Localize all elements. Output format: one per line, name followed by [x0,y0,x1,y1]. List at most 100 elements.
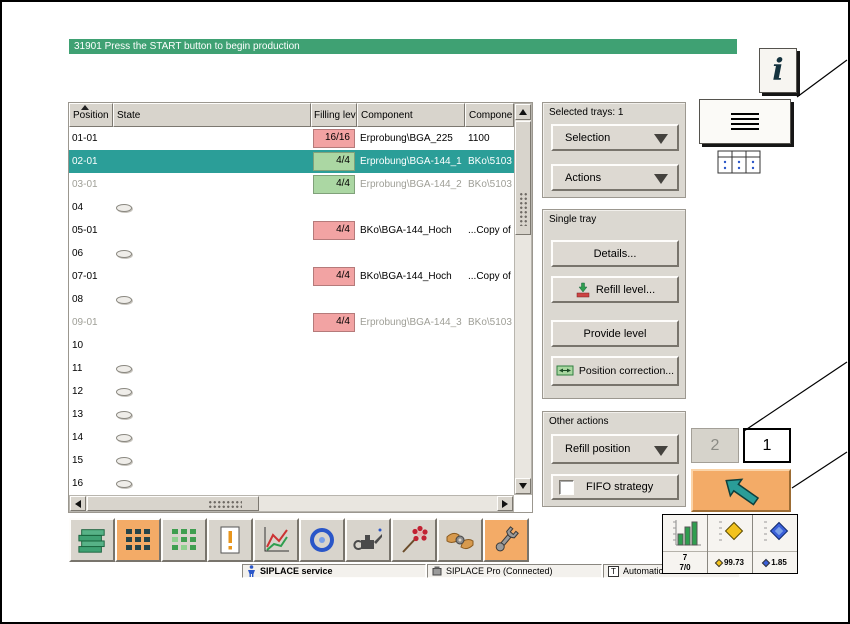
table-row[interactable]: 06 [69,242,514,265]
status-message: 31901 Press the START button to begin pr… [74,41,300,52]
tray-table-header: Position State Filling level Component C… [69,103,514,127]
table-row[interactable]: 09-01 4/4 Erprobung\BGA-144_3 BKo\5103 [69,311,514,334]
cell-position: 02-01 [72,156,98,167]
scroll-up-button[interactable] [515,104,531,120]
toolbar-tray-stack-button[interactable] [69,518,115,562]
back-button[interactable] [691,469,791,512]
details-button[interactable]: Details... [551,240,679,267]
text-mode-icon: T [608,565,619,577]
table-row[interactable]: 13 [69,403,514,426]
table-row[interactable]: 10 [69,334,514,357]
main-toolbar [69,518,529,562]
yellow-diamond-icon [714,558,724,567]
cell-component: Erprobung\BGA-144_1 [360,156,462,167]
cell-filling-level: 4/4 [311,265,357,288]
toolbar-manual-service-button[interactable] [437,518,483,562]
table-row[interactable]: 07-01 4/4 BKo\BGA-144_Hoch ...Copy of 51 [69,265,514,288]
fifo-strategy-checkbox[interactable] [559,479,574,495]
column-header-state[interactable]: State [113,103,311,127]
table-row[interactable]: 15 [69,449,514,472]
actions-dropdown[interactable]: Actions [551,164,679,191]
cell-state [113,311,311,334]
statistics-chart-icon [264,527,289,552]
table-row[interactable]: 12 [69,380,514,403]
gauge-panel[interactable]: 7 7/0 99.73 1.85 [662,514,798,574]
selected-trays-label: Selected trays: 1 [549,107,624,118]
cell-component: BKo\BGA-144_Hoch [360,271,452,282]
toolbar-service-button[interactable] [483,518,529,562]
cell-component [357,288,465,311]
toolbar-report-button[interactable] [207,518,253,562]
refill-position-dropdown[interactable]: Refill position [551,434,679,464]
cell-position: 01-01 [72,133,98,144]
scroll-down-button[interactable] [515,478,531,494]
empty-tray-icon [116,387,132,396]
horizontal-scrollbar[interactable] [69,495,514,512]
cell-position: 03-01 [72,179,98,190]
machine-icon [432,566,442,576]
position-correction-button[interactable]: Position correction... [551,356,679,386]
flower-brush-icon [402,525,428,553]
table-row[interactable]: 03-01 4/4 Erprobung\BGA-144_2 BKo\5103 [69,173,514,196]
cell-filling-level [311,196,357,219]
vertical-scrollbar[interactable] [514,103,532,495]
table-view-icon [717,150,761,174]
info-button[interactable]: i [759,48,797,93]
cell-component-2: BKo\5103 [468,179,512,190]
selection-dropdown[interactable]: Selection [551,124,679,151]
table-row[interactable]: 14 [69,426,514,449]
filling-level-chip: 16/16 [313,129,355,148]
cell-position: 12 [72,386,84,397]
page-tab-2[interactable]: 2 [691,428,739,463]
vertical-scroll-thumb[interactable] [515,121,531,235]
toolbar-maintenance-button[interactable] [345,518,391,562]
blue-diamond-icon [761,558,771,567]
toolbar-statistics-button[interactable] [253,518,299,562]
column-header-position[interactable]: Position [69,103,113,127]
refill-icon [576,282,590,297]
chevron-down-icon [654,446,668,456]
list-view-button[interactable] [699,99,791,144]
table-row[interactable]: 01-01 16/16 Erprobung\BGA_225 1100 [69,127,514,150]
toolbar-camera-button[interactable] [299,518,345,562]
tray-table-icon [126,529,150,550]
column-header-component[interactable]: Component [357,103,465,127]
cell-component-2 [465,242,514,265]
cell-component [357,334,465,357]
report-document-icon [220,526,240,554]
cell-component-2 [465,403,514,426]
provide-level-button[interactable]: Provide level [551,320,679,347]
filling-level-chip: 4/4 [313,267,355,286]
table-row[interactable]: 04 [69,196,514,219]
table-row[interactable]: 16 [69,472,514,495]
single-tray-label: Single tray [549,214,597,225]
page-tab-1[interactable]: 1 [743,428,791,463]
toolbar-cleaning-button[interactable] [391,518,437,562]
cell-component-2: ...Copy of 51 [468,225,514,236]
cell-filling-level [311,288,357,311]
toolbar-tray-table-button[interactable] [115,518,161,562]
table-row[interactable]: 08 [69,288,514,311]
cell-state [113,127,311,150]
cell-position: 06 [72,248,84,259]
column-header-component-2[interactable]: Component [465,103,514,127]
statusbar-user-segment: SIPLACE service [242,564,426,578]
callout-line-info [796,59,848,98]
table-row[interactable]: 11 [69,357,514,380]
refill-level-button[interactable]: Refill level... [551,276,679,303]
horizontal-scroll-thumb[interactable] [87,496,259,511]
cell-component-2 [465,334,514,357]
scroll-left-button[interactable] [70,496,86,511]
cell-component [357,242,465,265]
table-view-button[interactable] [714,148,764,176]
scroll-right-button[interactable] [497,496,513,511]
cell-component [357,403,465,426]
toolbar-component-grid-button[interactable] [161,518,207,562]
table-row[interactable]: 02-01 4/4 Erprobung\BGA-144_1 BKo\5103 [69,150,514,173]
column-header-filling-level[interactable]: Filling level [311,103,357,127]
statusbar-user-label: SIPLACE service [260,566,333,576]
single-tray-group: Single tray Details... Refill level... P… [542,209,686,399]
cell-position: 08 [72,294,84,305]
cell-filling-level: 4/4 [311,173,357,196]
table-row[interactable]: 05-01 4/4 BKo\BGA-144_Hoch ...Copy of 51 [69,219,514,242]
